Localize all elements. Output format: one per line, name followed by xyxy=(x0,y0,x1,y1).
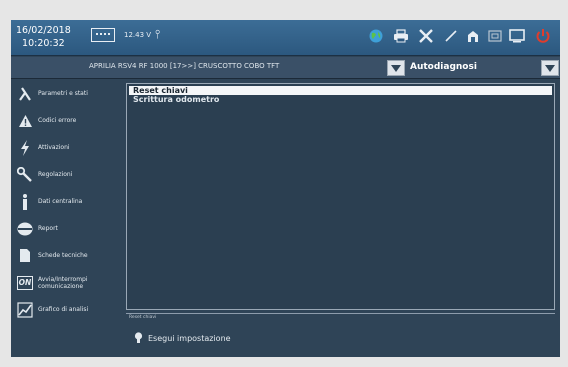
menu-item-label: Codici errore xyxy=(38,117,77,124)
chart-icon xyxy=(17,301,33,319)
list-item-selected[interactable]: Reset chiavi xyxy=(129,86,552,95)
keyboard-icon[interactable] xyxy=(91,28,115,42)
menu-item-avvia-comunicazione[interactable]: ON Avvia/Interrompi comunicazione xyxy=(11,269,120,296)
menu-item-label: Schede tecniche xyxy=(38,252,88,259)
lightbulb-icon xyxy=(134,329,143,348)
mode-dropdown-label[interactable]: Autodiagnosi xyxy=(410,62,477,72)
window-icon[interactable] xyxy=(485,26,505,46)
execute-button-label: Esegui impostazione xyxy=(148,333,231,343)
list-item[interactable]: Scrittura odometro xyxy=(129,95,552,104)
battery-voltage: 12.43 V xyxy=(124,31,152,39)
top-status-bar: 16/02/2018 10:20:32 12.43 V ⫯ xyxy=(11,20,560,56)
datetime-display: 16/02/2018 10:20:32 xyxy=(16,24,71,50)
globe-icon[interactable] xyxy=(366,26,386,46)
selection-status-text: Reset chiavi xyxy=(126,313,555,322)
menu-item-report[interactable]: Report xyxy=(11,215,120,242)
execute-button[interactable]: Esegui impostazione xyxy=(126,323,555,353)
vehicle-title: APRILIA RSV4 RF 1000 [17>>] CRUSCOTTO CO… xyxy=(89,62,280,70)
menu-item-label: Dati centralina xyxy=(38,198,83,205)
menu-item-attivazioni[interactable]: Attivazioni xyxy=(11,134,120,161)
warning-icon xyxy=(17,112,33,130)
on-icon-text: ON xyxy=(17,275,33,290)
menu-item-codici-errore[interactable]: Codici errore xyxy=(11,107,120,134)
power-icon[interactable] xyxy=(533,26,553,46)
menu-item-label: Parametri e stati xyxy=(38,90,88,97)
info-icon xyxy=(17,193,33,211)
menu-item-schede-tecniche[interactable]: Schede tecniche xyxy=(11,242,120,269)
menu-item-parametri[interactable]: Parametri e stati xyxy=(11,80,120,107)
mode-dropdown-arrow-icon[interactable] xyxy=(387,60,405,76)
antenna-icon: ⫯ xyxy=(155,27,161,41)
diagnostic-app-window: 16/02/2018 10:20:32 12.43 V ⫯ APRILIA RS… xyxy=(11,20,560,357)
menu-item-label: Attivazioni xyxy=(38,144,70,151)
time-text: 10:20:32 xyxy=(22,38,65,49)
secondary-dropdown-arrow-icon[interactable] xyxy=(541,60,559,76)
on-icon: ON xyxy=(17,274,33,292)
menu-item-dati-centralina[interactable]: Dati centralina xyxy=(11,188,120,215)
home-icon[interactable] xyxy=(463,26,483,46)
tools-icon[interactable] xyxy=(416,26,436,46)
vehicle-title-bar: APRILIA RSV4 RF 1000 [17>>] CRUSCOTTO CO… xyxy=(11,57,560,79)
lambda-icon xyxy=(17,85,33,103)
sidebar-menu: Parametri e stati Codici errore Attivazi… xyxy=(11,80,120,357)
date-text: 16/02/2018 xyxy=(16,25,71,36)
menu-item-grafico-analisi[interactable]: Grafico di analisi xyxy=(11,296,120,323)
report-icon xyxy=(17,220,33,238)
menu-item-label: Regolazioni xyxy=(38,171,73,178)
document-icon xyxy=(17,247,33,265)
printer-icon[interactable] xyxy=(391,26,411,46)
menu-item-regolazioni[interactable]: Regolazioni xyxy=(11,161,120,188)
menu-item-label: Grafico di analisi xyxy=(38,306,89,313)
menu-item-label: Avvia/Interrompi comunicazione xyxy=(38,275,88,290)
menu-item-label: Report xyxy=(38,225,58,232)
monitor-icon[interactable] xyxy=(507,26,527,46)
adjustments-list-panel: Reset chiavi Scrittura odometro xyxy=(126,83,555,310)
lightning-icon xyxy=(17,139,33,157)
pen-icon[interactable] xyxy=(441,26,461,46)
wrench-icon xyxy=(17,166,33,184)
